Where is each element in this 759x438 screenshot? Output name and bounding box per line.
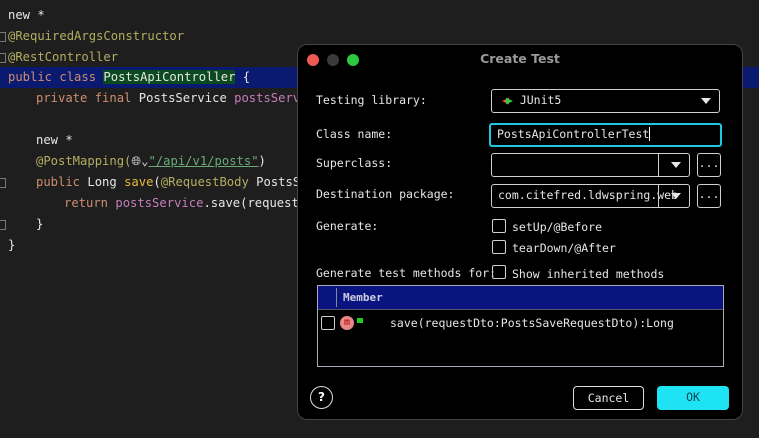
annotation: @RequestBody	[160, 175, 257, 189]
destination-package-combo[interactable]: com.citefred.ldwspring.web	[491, 184, 690, 208]
chevron-down-icon	[671, 162, 681, 168]
code-line: @PostMapping(🌐︎⌄"/api/v1/posts")	[36, 151, 266, 172]
destination-package-value: com.citefred.ldwspring.web	[498, 188, 679, 202]
member-checkbox[interactable]	[321, 316, 335, 330]
call: .save(requestD	[203, 196, 307, 210]
class-name-input[interactable]: PostsApiControllerTest	[489, 123, 722, 147]
code-line: public class PostsApiController {	[8, 67, 250, 88]
member-signature: save(requestDto:PostsSaveRequestDto):Lon…	[390, 316, 674, 330]
type: PostsService	[138, 91, 235, 105]
setup-label: setUp/@Before	[512, 220, 603, 234]
generate-label: Generate:	[316, 219, 379, 233]
destination-browse-button[interactable]: ...	[697, 184, 721, 208]
superclass-label: Superclass:	[316, 156, 393, 170]
globe-icon[interactable]: 🌐︎⌄	[131, 154, 148, 168]
fold-icon[interactable]	[0, 32, 6, 42]
teardown-label: tearDown/@After	[512, 241, 616, 255]
show-inherited-label: Show inherited methods	[512, 267, 665, 281]
keyword: public	[36, 175, 88, 189]
code-line: private final PostsService postsServi	[36, 88, 308, 109]
text-cursor	[649, 127, 651, 141]
code-line: }	[8, 238, 16, 252]
brace: {	[235, 70, 251, 84]
code-line: @RestController	[8, 50, 119, 64]
method-name: save	[124, 175, 154, 189]
table-header: Member	[318, 286, 723, 310]
method-icon: m	[340, 316, 354, 330]
public-lock-icon	[357, 318, 363, 323]
setup-checkbox[interactable]	[492, 219, 506, 233]
code-line: new *	[36, 133, 73, 147]
testing-library-value: JUnit5	[519, 93, 562, 107]
chevron-down-icon	[671, 193, 681, 199]
divider	[658, 185, 659, 207]
paren: )	[258, 154, 266, 168]
url-string[interactable]: "/api/v1/posts"	[148, 154, 258, 168]
keyword: private final	[36, 91, 139, 105]
field: postsService	[115, 196, 204, 210]
code-line: public Long save(@RequestBody PostsSa	[36, 172, 308, 193]
members-table: Member m save(requestDto:PostsSaveReques…	[317, 285, 724, 367]
show-inherited-checkbox[interactable]	[492, 265, 506, 279]
superclass-combo[interactable]	[491, 153, 690, 177]
keyword: return	[64, 196, 116, 210]
junit-icon: ◀▶	[502, 93, 513, 107]
paren: (	[153, 175, 161, 189]
class-name-value: PostsApiControllerTest	[497, 127, 650, 141]
chevron-down-icon	[701, 98, 711, 104]
fold-icon[interactable]	[0, 220, 6, 230]
fold-icon[interactable]	[0, 53, 6, 63]
column-divider	[336, 288, 337, 307]
code-line: return postsService.save(requestD	[64, 193, 306, 214]
annotation: @PostMapping(	[36, 154, 132, 168]
superclass-browse-button[interactable]: ...	[697, 153, 721, 177]
code-line: new *	[8, 8, 45, 22]
cancel-button[interactable]: Cancel	[573, 386, 644, 410]
test-methods-label: Generate test methods for:	[316, 266, 497, 280]
code-line: }	[36, 217, 44, 231]
table-row[interactable]: m save(requestDto:PostsSaveRequestDto):L…	[318, 310, 723, 336]
create-test-dialog: Create Test Testing library: ◀▶ JUnit5 C…	[297, 44, 743, 420]
class-name-label: Class name:	[316, 127, 393, 141]
destination-package-label: Destination package:	[316, 187, 455, 201]
member-column-header[interactable]: Member	[343, 291, 383, 304]
testing-library-label: Testing library:	[316, 93, 427, 107]
help-button[interactable]: ?	[310, 386, 333, 409]
keyword: public class	[8, 70, 104, 84]
divider	[658, 154, 659, 176]
teardown-checkbox[interactable]	[492, 240, 506, 254]
testing-library-select[interactable]: ◀▶ JUnit5	[491, 89, 720, 113]
type: Long	[87, 175, 125, 189]
code-line: @RequiredArgsConstructor	[8, 29, 185, 43]
dialog-title: Create Test	[480, 51, 560, 66]
fold-icon[interactable]	[0, 178, 6, 188]
ok-button[interactable]: OK	[657, 386, 729, 410]
class-name: PostsApiController	[103, 70, 236, 84]
